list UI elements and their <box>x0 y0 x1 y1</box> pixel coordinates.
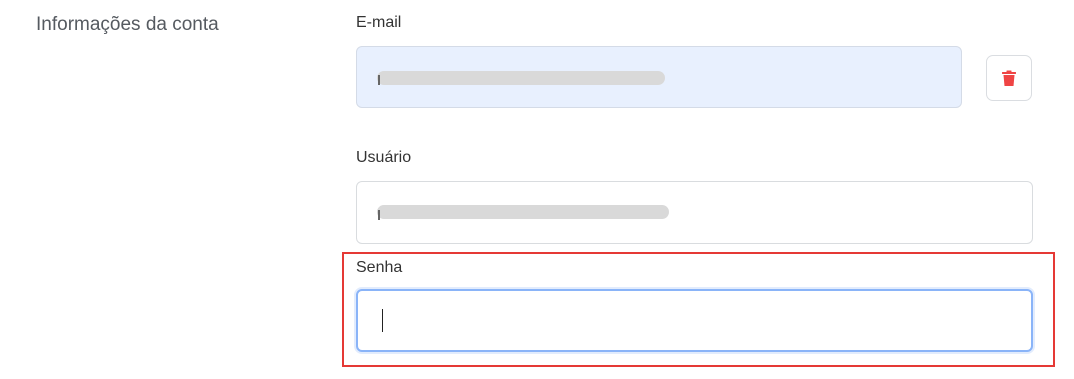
username-field[interactable] <box>356 181 1033 244</box>
email-field[interactable] <box>356 46 962 108</box>
password-label: Senha <box>356 259 403 276</box>
trash-icon <box>1002 70 1016 86</box>
delete-email-button[interactable] <box>986 55 1032 101</box>
section-title: Informações da conta <box>36 14 219 35</box>
redacted-email-glyph <box>378 75 380 85</box>
username-label: Usuário <box>356 149 412 166</box>
text-caret <box>382 309 383 332</box>
redacted-email-value <box>377 71 665 85</box>
password-field[interactable] <box>356 289 1033 352</box>
redacted-username-glyph <box>378 210 380 220</box>
email-label: E-mail <box>356 14 402 31</box>
redacted-username-value <box>377 205 669 219</box>
